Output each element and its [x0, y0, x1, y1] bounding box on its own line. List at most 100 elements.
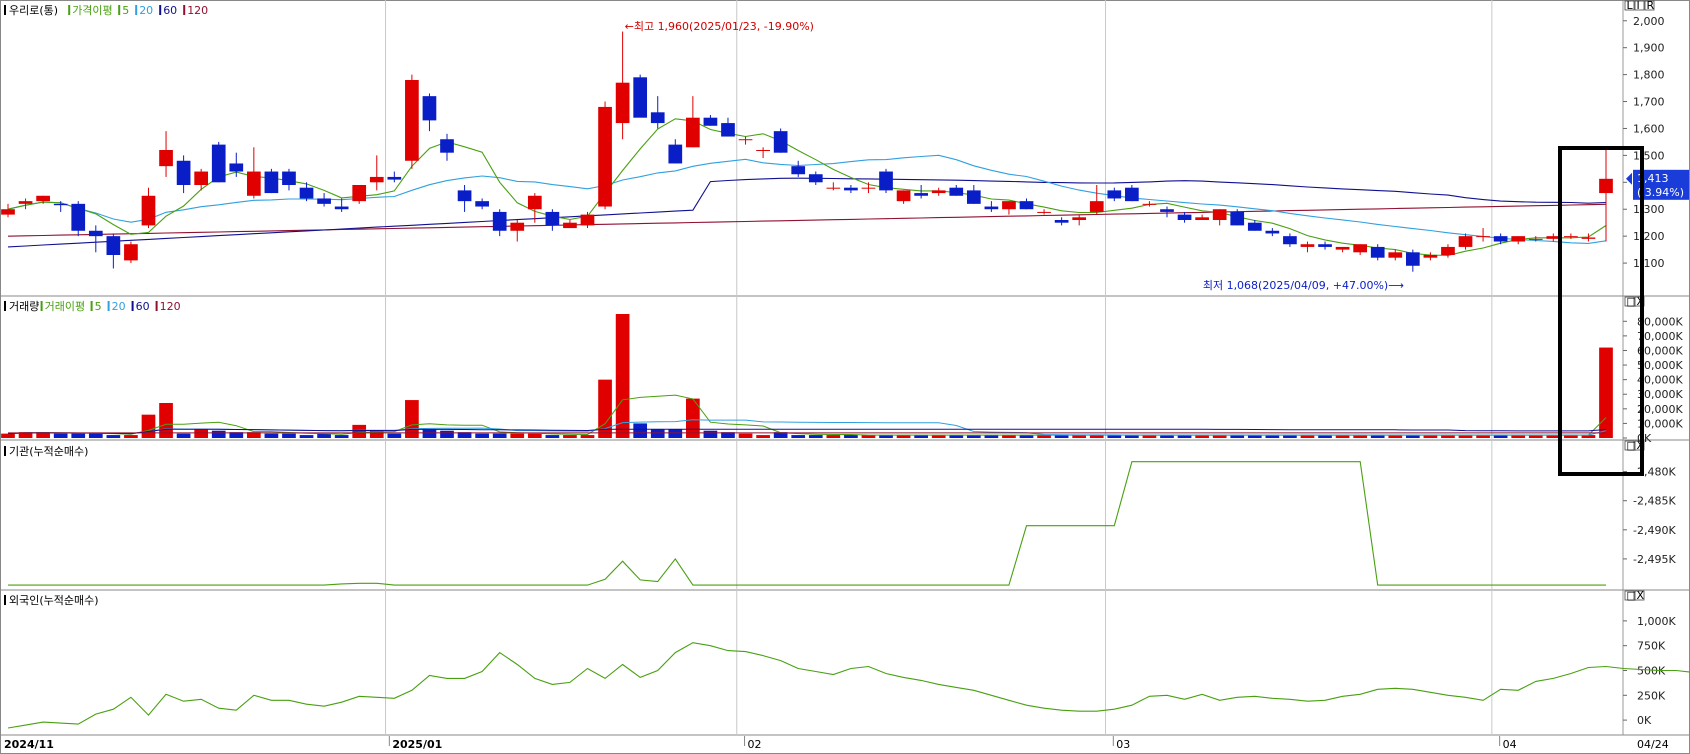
volume-bar[interactable] — [756, 435, 770, 438]
volume-bar[interactable] — [71, 433, 86, 438]
candle-body — [141, 195, 156, 226]
candle-body — [1599, 178, 1613, 194]
volume-bar[interactable] — [88, 433, 103, 438]
legend-marker — [90, 301, 93, 311]
candle[interactable] — [405, 74, 419, 169]
candle-body — [1283, 236, 1297, 245]
header-marker — [4, 5, 6, 15]
volume-bar[interactable] — [545, 435, 560, 438]
volume-bar[interactable] — [405, 400, 419, 438]
volume-bar[interactable] — [703, 430, 718, 438]
legend-label: 60 — [163, 4, 177, 17]
legend-label: 거래이평 — [45, 300, 85, 313]
legend-label: 60 — [136, 300, 150, 313]
candle-body — [1370, 246, 1385, 258]
price-corner-controls[interactable]: LIR — [1624, 0, 1655, 12]
candle-body — [36, 195, 50, 202]
candle-body — [580, 214, 595, 226]
volume-bar[interactable] — [1, 433, 15, 438]
candle[interactable] — [598, 101, 612, 210]
candle-body — [1195, 217, 1209, 220]
volume-bar[interactable] — [334, 435, 349, 438]
candle[interactable] — [352, 185, 367, 204]
volume-bar[interactable] — [475, 433, 489, 438]
candle-body — [18, 201, 33, 204]
legend-marker — [155, 301, 158, 311]
candle-body — [668, 144, 683, 164]
foreign-tick-label: 0K — [1637, 714, 1652, 727]
volume-bar[interactable] — [106, 435, 121, 438]
candle[interactable] — [773, 128, 788, 153]
candle-body — [159, 150, 173, 167]
candle-body — [1388, 252, 1403, 258]
volume-bar[interactable] — [492, 433, 507, 438]
volume-bar[interactable] — [141, 414, 156, 438]
candle-body — [299, 187, 314, 199]
volume-bar[interactable] — [650, 429, 665, 438]
volume-bar[interactable] — [53, 433, 68, 438]
volume-bar[interactable] — [440, 430, 454, 438]
volume-bar[interactable] — [352, 424, 367, 438]
volume-bar[interactable] — [264, 433, 279, 438]
volume-bar[interactable] — [422, 429, 437, 438]
candle-body — [633, 77, 648, 118]
volume-bar[interactable] — [282, 433, 296, 438]
candle-body — [440, 139, 454, 153]
volume-bar[interactable] — [211, 430, 226, 438]
candle-body — [615, 82, 630, 124]
volume-bar[interactable] — [826, 435, 841, 438]
price-tick-label: 1,300 — [1633, 203, 1665, 216]
corner-button-label: I — [1637, 0, 1640, 12]
volume-bar[interactable] — [808, 435, 823, 438]
legend-label: 5 — [95, 300, 102, 313]
volume-tick-label: 0K — [1637, 432, 1652, 445]
candle[interactable] — [879, 168, 893, 194]
volume-bar[interactable] — [510, 433, 525, 438]
candle-body — [211, 144, 226, 183]
volume-bar[interactable] — [738, 433, 753, 438]
legend-marker — [131, 301, 134, 311]
candle-body — [914, 193, 928, 196]
price-tag-change: ( 3.94%) — [1637, 186, 1684, 199]
candle-body — [1458, 236, 1473, 247]
legend-marker — [183, 5, 186, 15]
inst-header: 기관(누적순매수) — [4, 445, 88, 458]
candle-body — [896, 190, 911, 202]
stock-chart[interactable]: 2,0001,9001,8001,7001,6001,5001,4001,300… — [0, 0, 1690, 754]
candle-body — [1, 209, 15, 215]
candle-body — [369, 176, 384, 183]
volume-bar[interactable] — [1599, 347, 1613, 438]
candle[interactable] — [264, 168, 279, 194]
candle-body — [808, 174, 823, 183]
volume-bar[interactable] — [527, 433, 542, 438]
candle[interactable] — [211, 141, 226, 183]
volume-bar[interactable] — [633, 423, 648, 438]
candle-body — [966, 190, 981, 204]
volume-bar[interactable] — [194, 429, 209, 438]
candle-body — [598, 106, 612, 207]
volume-bar[interactable] — [124, 435, 138, 438]
volume-bar[interactable] — [387, 433, 402, 438]
candle-body — [1528, 238, 1543, 240]
legend-label: 120 — [160, 300, 181, 313]
volume-bar[interactable] — [580, 435, 595, 438]
inst-title: 기관(누적순매수) — [9, 445, 88, 458]
candle-body — [1107, 190, 1122, 199]
candle-body — [1160, 209, 1174, 212]
volume-bar[interactable] — [563, 435, 577, 438]
foreign-tick-label: 1,000K — [1637, 615, 1676, 628]
price-tick-label: 1,700 — [1633, 96, 1665, 109]
candle[interactable] — [124, 241, 138, 264]
candle[interactable] — [633, 74, 648, 118]
volume-bar[interactable] — [844, 435, 858, 438]
foreign-title: 외국인(누적순매수) — [9, 594, 99, 607]
legend-label: 5 — [122, 4, 129, 17]
volume-bar[interactable] — [317, 433, 331, 438]
candle-body — [650, 112, 665, 124]
volume-bar[interactable] — [176, 433, 191, 438]
volume-bar[interactable] — [299, 435, 314, 438]
foreign-corner-controls[interactable]: □ X — [1624, 589, 1645, 602]
volume-bar[interactable] — [668, 429, 683, 438]
volume-bar[interactable] — [791, 435, 806, 438]
volume-bar[interactable] — [615, 314, 630, 438]
